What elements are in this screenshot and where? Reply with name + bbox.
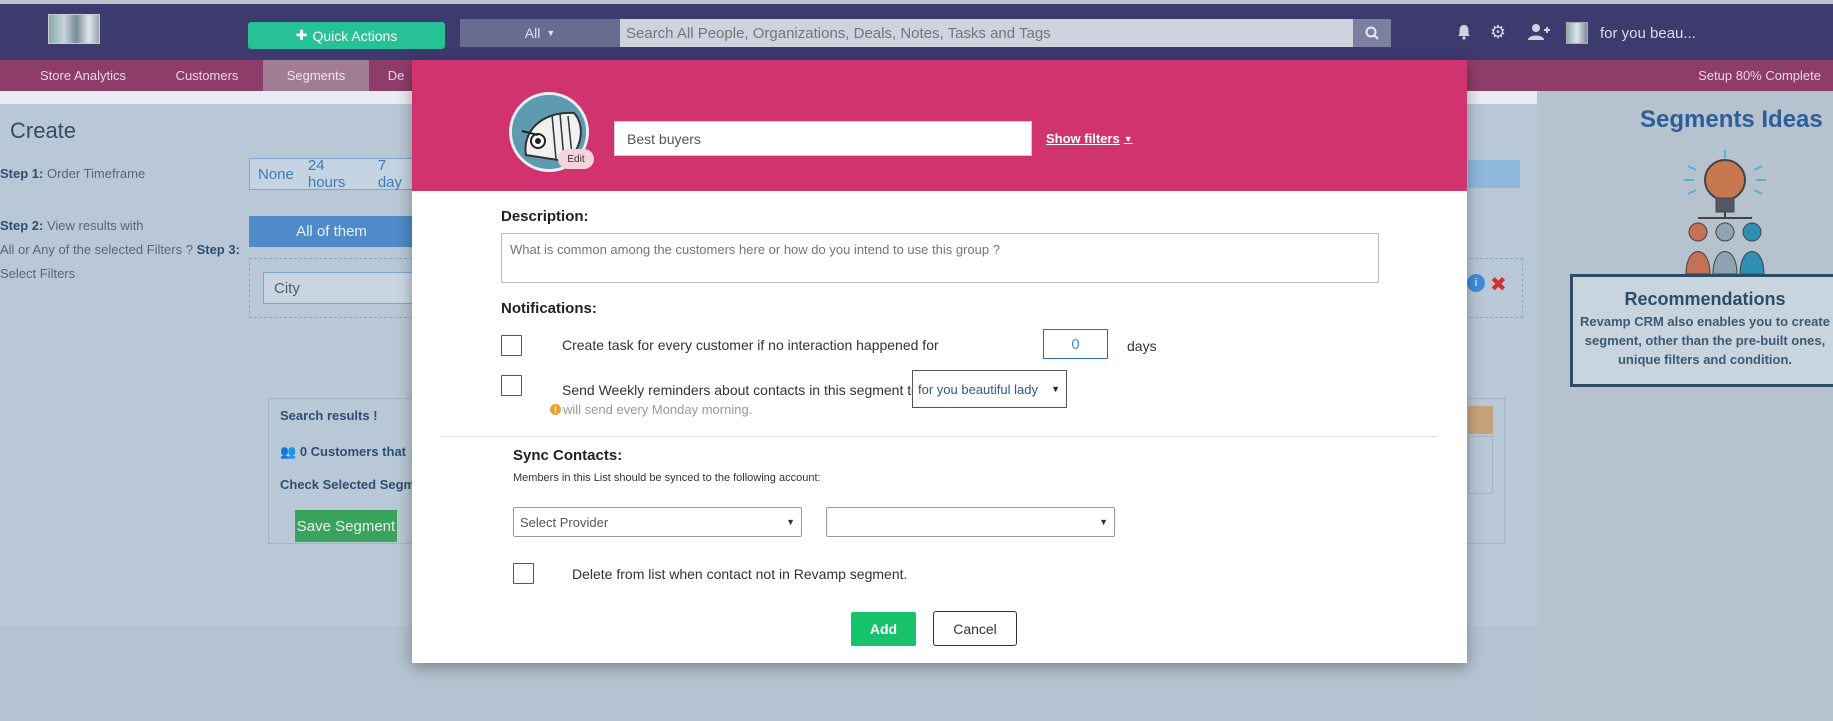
weekly-reminders-text: Send Weekly reminders about contacts in … bbox=[562, 382, 919, 398]
caret-down-icon: ▼ bbox=[1099, 517, 1108, 527]
global-search-input[interactable] bbox=[620, 19, 1353, 47]
quick-actions-button[interactable]: ✚ Quick Actions bbox=[248, 22, 445, 49]
caret-down-icon: ▼ bbox=[546, 28, 556, 38]
segments-ideas-title: Segments Ideas bbox=[1640, 106, 1823, 133]
info-icon: ! bbox=[550, 404, 561, 415]
timeframe-strip bbox=[1468, 160, 1520, 188]
segment-ideas-icon bbox=[1684, 150, 1766, 274]
search-icon bbox=[1365, 26, 1379, 40]
nav-customers[interactable]: Customers bbox=[160, 60, 254, 91]
nav-store-analytics[interactable]: Store Analytics bbox=[24, 60, 142, 91]
step3-text: Select Filters bbox=[0, 266, 76, 281]
search-results-title: Search results ! bbox=[280, 408, 378, 423]
page-title: Create bbox=[10, 118, 77, 143]
create-task-text: Create task for every customer if no int… bbox=[562, 337, 939, 353]
nav-segments[interactable]: Segments bbox=[263, 60, 369, 91]
delete-from-list-checkbox[interactable] bbox=[513, 563, 534, 584]
plus-icon: ✚ bbox=[295, 27, 308, 43]
caret-down-icon: ▼ bbox=[1123, 133, 1133, 144]
caret-down-icon: ▼ bbox=[786, 517, 795, 527]
section-divider bbox=[440, 436, 1437, 437]
recommendations-title: Recommendations bbox=[1624, 289, 1786, 309]
days-unit: days bbox=[1127, 338, 1157, 354]
delete-from-list-text: Delete from list when contact not in Rev… bbox=[572, 566, 908, 582]
user-name-menu[interactable]: for you beau... bbox=[1600, 25, 1696, 42]
description-label: Description: bbox=[501, 208, 589, 225]
segment-name-input[interactable] bbox=[614, 121, 1032, 156]
remove-filter-icon[interactable]: ✖ bbox=[1490, 272, 1507, 297]
create-segment-modal: Edit Show filters ▼ Description: Notific… bbox=[412, 60, 1467, 663]
create-task-checkbox[interactable] bbox=[501, 335, 522, 356]
timeframe-7d[interactable]: 7 day bbox=[378, 157, 413, 191]
city-filter[interactable]: City bbox=[263, 272, 413, 304]
search-button[interactable] bbox=[1353, 19, 1391, 47]
timeframe-none[interactable]: None bbox=[258, 166, 294, 183]
nav-deals[interactable]: De bbox=[380, 60, 412, 91]
account-select[interactable]: ▼ bbox=[826, 507, 1115, 537]
users-icon: 👥 bbox=[280, 444, 297, 459]
info-icon[interactable]: i bbox=[1467, 274, 1485, 292]
description-textarea[interactable] bbox=[501, 233, 1379, 283]
weekly-hint: ! will send every Monday morning. bbox=[550, 402, 752, 417]
show-filters-toggle[interactable]: Show filters ▼ bbox=[1046, 131, 1133, 146]
sync-contacts-subtext: Members in this List should be synced to… bbox=[513, 472, 821, 484]
brand-logo[interactable] bbox=[48, 14, 100, 44]
results-table-cells bbox=[1468, 436, 1493, 494]
step2-subtext: All or Any of the selected Filters ? Ste… bbox=[0, 242, 240, 257]
add-user-icon[interactable] bbox=[1528, 21, 1550, 43]
recommendations-text: Revamp CRM also enables you to create se… bbox=[1580, 314, 1830, 367]
provider-select[interactable]: Select Provider ▼ bbox=[513, 507, 802, 537]
days-input[interactable] bbox=[1043, 329, 1108, 359]
setup-progress[interactable]: Setup 80% Complete bbox=[1698, 60, 1821, 91]
sync-contacts-label: Sync Contacts: bbox=[513, 447, 623, 464]
customers-count: 👥 0 Customers that bbox=[280, 444, 407, 459]
results-table-header bbox=[1468, 406, 1493, 434]
step1-label: Step 1: Order Timeframe bbox=[0, 166, 146, 181]
caret-down-icon: ▼ bbox=[1051, 384, 1060, 394]
notifications-label: Notifications: bbox=[501, 300, 597, 317]
timeframe-24h[interactable]: 24 hours bbox=[308, 157, 364, 191]
reminder-recipient-select[interactable]: for you beautiful lady ▼ bbox=[912, 370, 1067, 408]
all-of-them-toggle[interactable]: All of them bbox=[249, 216, 414, 247]
search-scope-dropdown[interactable]: All ▼ bbox=[460, 19, 620, 47]
step2-label: Step 2: View results with bbox=[0, 218, 144, 233]
bell-icon[interactable] bbox=[1453, 21, 1475, 43]
edit-avatar-badge[interactable]: Edit bbox=[558, 149, 594, 169]
modal-header: Edit Show filters ▼ bbox=[412, 60, 1467, 191]
cancel-button[interactable]: Cancel bbox=[933, 611, 1017, 646]
gear-icon[interactable]: ⚙ bbox=[1487, 21, 1509, 43]
recommendations-box: Recommendations Revamp CRM also enables … bbox=[1570, 274, 1833, 387]
top-bar: ✚ Quick Actions All ▼ ⚙ for you beau... bbox=[0, 0, 1833, 60]
check-selected-text: Check Selected Segm bbox=[280, 477, 416, 492]
weekly-reminders-checkbox[interactable] bbox=[501, 375, 522, 396]
timeframe-options: None 24 hours 7 day bbox=[249, 157, 414, 191]
add-button[interactable]: Add bbox=[851, 612, 916, 646]
user-avatar[interactable] bbox=[1566, 22, 1588, 44]
save-segment-button[interactable]: Save Segment bbox=[295, 510, 397, 542]
